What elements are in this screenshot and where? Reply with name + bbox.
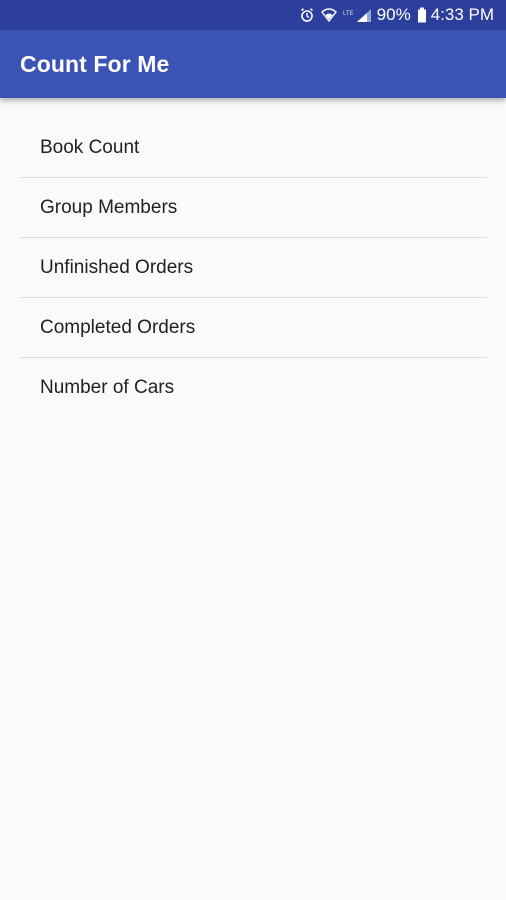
- alarm-icon: [299, 7, 315, 23]
- status-bar: LTE 90% 4:33 PM: [0, 0, 506, 30]
- battery-icon: [417, 7, 427, 23]
- list-item-label: Completed Orders: [40, 316, 196, 338]
- list-item-book-count[interactable]: Book Count: [20, 118, 487, 178]
- signal-icon: LTE: [343, 7, 373, 23]
- list-item-group-members[interactable]: Group Members: [20, 178, 487, 238]
- list-item-number-of-cars[interactable]: Number of Cars: [20, 358, 487, 418]
- list-item-label: Book Count: [40, 136, 140, 158]
- list-item-label: Group Members: [40, 196, 178, 218]
- list-item-completed-orders[interactable]: Completed Orders: [20, 298, 487, 358]
- main-content: Book Count Group Members Unfinished Orde…: [0, 98, 506, 900]
- counter-list: Book Count Group Members Unfinished Orde…: [20, 118, 487, 418]
- wifi-icon: [320, 7, 337, 23]
- list-item-unfinished-orders[interactable]: Unfinished Orders: [20, 238, 487, 298]
- battery-percent: 90%: [376, 5, 411, 24]
- app-bar: Count For Me: [0, 30, 506, 98]
- svg-text:LTE: LTE: [343, 11, 354, 17]
- list-item-label: Unfinished Orders: [40, 256, 194, 278]
- app-title: Count For Me: [20, 50, 170, 77]
- list-item-label: Number of Cars: [40, 377, 175, 398]
- status-time: 4:33 PM: [430, 5, 494, 24]
